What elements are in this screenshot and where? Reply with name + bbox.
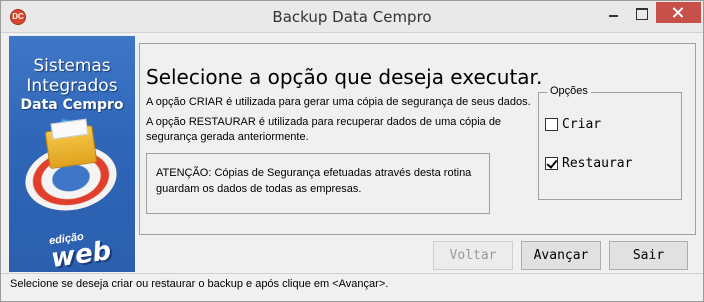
minimize-icon[interactable]: [600, 2, 627, 23]
close-icon[interactable]: [656, 2, 701, 23]
criar-description: A opção CRIAR é utilizada para gerar uma…: [146, 96, 531, 108]
maximize-icon[interactable]: [628, 2, 655, 23]
title-bar[interactable]: DC Backup Data Cempro: [1, 1, 703, 33]
restaurar-description: A opção RESTAURAR é utilizada para recup…: [146, 116, 502, 143]
restaurar-label[interactable]: Restaurar: [562, 156, 632, 171]
options-group: [538, 92, 682, 200]
page-title: Selecione a opção que deseja executar.: [146, 65, 543, 89]
next-button[interactable]: Avançar: [521, 241, 601, 270]
banner-line-1: Sistemas: [33, 56, 111, 76]
backup-window: DC Backup Data Cempro Sistemas Integrado…: [0, 0, 704, 302]
product-banner: Sistemas Integrados Data Cempro edição w…: [9, 36, 135, 272]
criar-checkbox[interactable]: [545, 118, 558, 131]
window-title: Backup Data Cempro: [272, 8, 432, 26]
back-button[interactable]: Voltar: [433, 241, 513, 270]
warning-text: ATENÇÃO: Cópias de Segurança efetuadas a…: [156, 167, 472, 195]
banner-line-3: Data Cempro: [20, 97, 124, 113]
exit-button[interactable]: Sair: [609, 241, 688, 270]
options-legend: Opções: [547, 85, 591, 97]
folder-icon: [44, 124, 98, 170]
criar-label[interactable]: Criar: [562, 117, 601, 132]
restaurar-checkbox[interactable]: [545, 157, 558, 170]
banner-line-2: Integrados: [26, 76, 118, 96]
status-text: Selecione se deseja criar ou restaurar o…: [10, 278, 389, 290]
